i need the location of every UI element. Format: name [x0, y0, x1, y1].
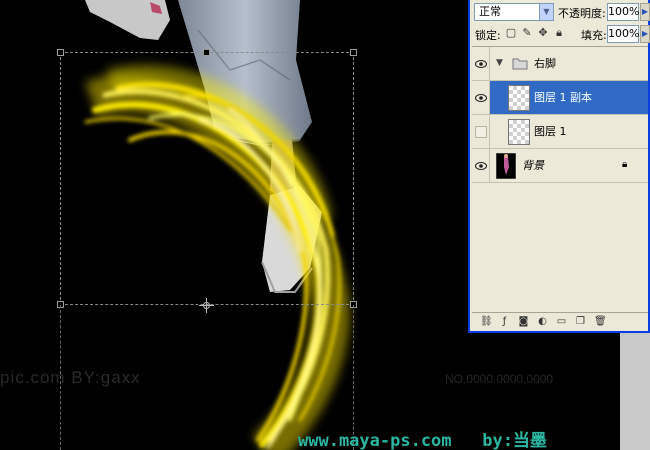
site-credit: www.maya-ps.com by:当墨 [298, 431, 547, 450]
blend-row: 正常 ▼ 不透明度: 100% ▶ [472, 2, 650, 22]
watermark-right: NO.0000.0000.0000 [445, 372, 554, 386]
opacity-field[interactable]: 100% [607, 3, 639, 21]
layer-row-background[interactable]: 背景 🔒︎ [472, 149, 648, 183]
layer-thumbnail [508, 119, 530, 145]
layer-thumbnail [508, 85, 530, 111]
layers-panel: 正常 ▼ 不透明度: 100% ▶ 锁定: ▢ ✎ ✥ 🔒︎ 填充: 100% … [468, 0, 650, 333]
opacity-flyout-icon[interactable]: ▶ [640, 3, 650, 21]
visibility-eye-icon[interactable] [472, 47, 490, 80]
fill-label: 填充: [581, 29, 607, 42]
transform-handle-top-left[interactable] [57, 49, 64, 56]
group-expand-arrow-icon[interactable]: ▼ [496, 58, 503, 68]
lock-label: 锁定: [475, 29, 501, 42]
transform-center-icon[interactable] [199, 298, 214, 313]
fill-field[interactable]: 100% [607, 25, 639, 43]
lock-all-icon[interactable]: 🔒︎ [553, 26, 565, 40]
transform-handle-top-center[interactable] [203, 49, 210, 56]
opacity-label: 不透明度: [558, 7, 606, 20]
layer-list: ▼ 右脚 图层 1 副本 图层 1 背景 🔒︎ [472, 46, 648, 310]
layer-name: 背景 [522, 159, 544, 172]
visibility-eye-icon[interactable] [472, 81, 490, 114]
fx-icon[interactable]: ƒ [499, 316, 510, 327]
layer-row-selected[interactable]: 图层 1 副本 [472, 81, 648, 115]
lock-icon: 🔒︎ [622, 159, 628, 170]
workspace-background [620, 333, 650, 450]
visibility-toggle-empty[interactable] [472, 115, 490, 148]
lock-transparent-icon[interactable]: ▢ [505, 26, 517, 40]
blend-mode-value: 正常 [479, 5, 501, 18]
new-group-icon[interactable]: ▭ [556, 316, 567, 327]
lock-row: 锁定: ▢ ✎ ✥ 🔒︎ 填充: 100% ▶ [472, 24, 650, 44]
lock-image-icon[interactable]: ✎ [521, 26, 533, 40]
adjustment-icon[interactable]: ◐ [537, 316, 548, 327]
watermark-left: pic.com BY:gaxx [0, 368, 141, 387]
transform-handle-top-right[interactable] [350, 49, 357, 56]
transform-bounding-box[interactable] [60, 52, 354, 305]
folder-icon [512, 58, 528, 70]
dropdown-arrow-icon[interactable]: ▼ [539, 4, 553, 20]
background-thumbnail [496, 153, 516, 179]
layers-panel-toolbar: ⛓ ƒ ◙ ◐ ▭ ❐ 🗑︎ [472, 312, 648, 330]
new-layer-icon[interactable]: ❐ [575, 316, 586, 327]
blend-mode-select[interactable]: 正常 ▼ [474, 3, 554, 21]
layer-name: 右脚 [534, 57, 556, 70]
link-icon[interactable]: ⛓ [480, 316, 493, 327]
layer-row-hidden[interactable]: 图层 1 [472, 115, 648, 149]
layer-row-group[interactable]: ▼ 右脚 [472, 47, 648, 81]
trash-icon[interactable]: 🗑︎ [594, 316, 607, 327]
visibility-eye-icon[interactable] [472, 149, 490, 182]
mask-icon[interactable]: ◙ [518, 316, 529, 327]
layer-name: 图层 1 副本 [534, 91, 592, 104]
fill-flyout-icon[interactable]: ▶ [640, 25, 650, 43]
layer-name: 图层 1 [534, 125, 567, 138]
lock-position-icon[interactable]: ✥ [537, 26, 549, 40]
